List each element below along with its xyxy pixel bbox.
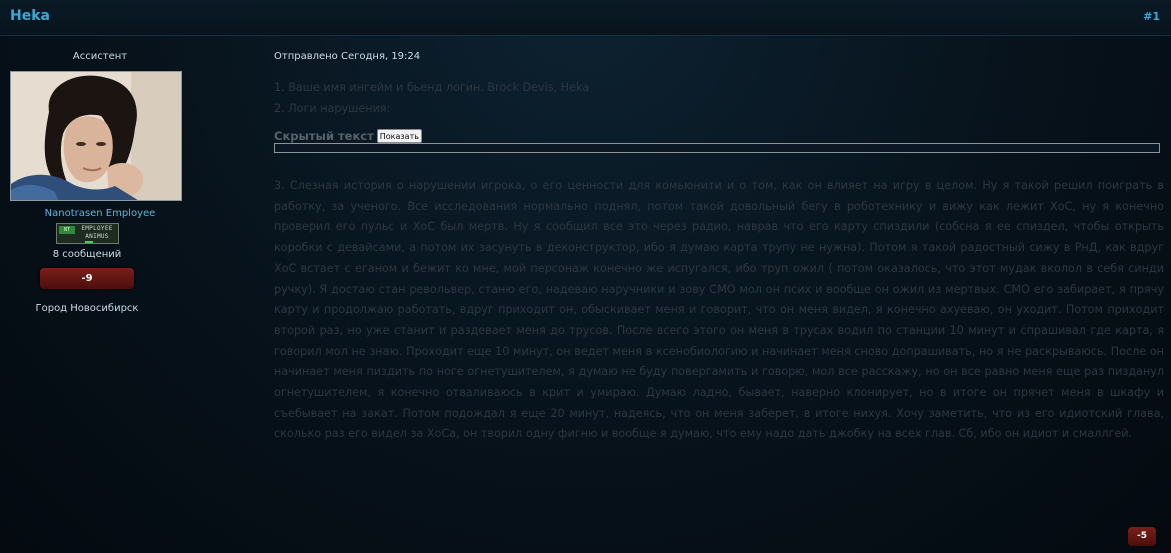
- nanotrasen-logo-icon: NT: [59, 226, 75, 234]
- post-line-name: 1. Ваше имя ингейм и бьенд логин. Brock …: [274, 81, 590, 94]
- post-timestamp: Отправлено Сегодня, 19:24: [274, 51, 421, 62]
- post-header: Heka #1: [0, 0, 1171, 36]
- rank-badge-bar: [85, 241, 93, 243]
- spoiler-label: Скрытый текст: [274, 128, 374, 143]
- user-post-count: 8 сообщений: [52, 249, 122, 260]
- post-story-text: 3. Слезная история о нарушении игрока, о…: [274, 179, 1164, 441]
- forum-post: Heka #1 Ассистент Nanotrasen Employee NT…: [0, 0, 1171, 553]
- post-body-intro: 1. Ваше имя ингейм и бьенд логин. Brock …: [274, 78, 1164, 119]
- avatar[interactable]: [10, 71, 182, 201]
- author-info-panel: Ассистент Nanotrasen Employee NT EMPLOYE…: [0, 37, 200, 553]
- user-rank: Nanotrasen Employee: [44, 208, 156, 219]
- post-author-name[interactable]: Heka: [10, 8, 50, 24]
- user-group: Ассистент: [72, 51, 128, 62]
- avatar-photo: [11, 72, 181, 200]
- user-reputation-badge: -9: [40, 268, 134, 289]
- rank-badge-label: EMPLOYEE ANIMUS: [81, 225, 113, 240]
- user-location: Город Новосибирск: [35, 303, 139, 314]
- spoiler-content-box: [274, 143, 1160, 153]
- post-reputation-badge[interactable]: -5: [1128, 527, 1156, 546]
- spoiler-show-button[interactable]: Показать: [376, 128, 422, 143]
- post-line-logs: 2. Логи нарушения:: [274, 101, 391, 115]
- spoiler-header: Скрытый текст Показать: [274, 125, 422, 143]
- post-number-link[interactable]: #1: [1143, 10, 1160, 23]
- rank-badge-image: NT EMPLOYEE ANIMUS: [56, 223, 119, 244]
